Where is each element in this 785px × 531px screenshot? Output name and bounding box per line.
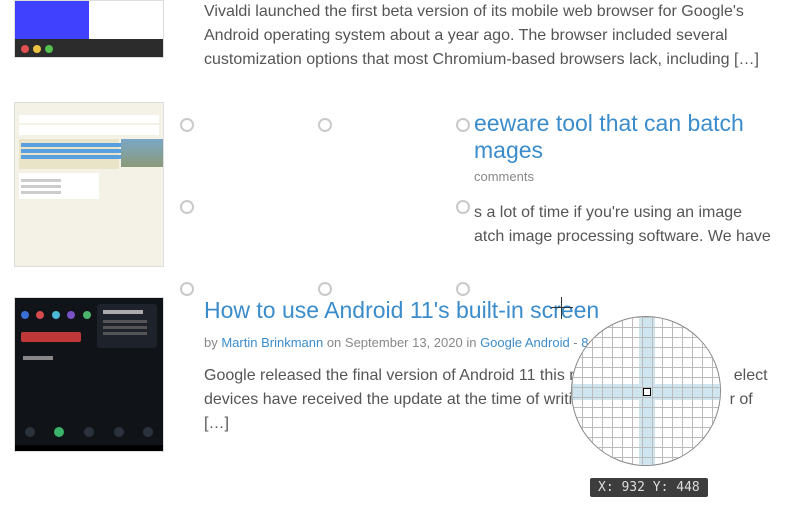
article-2-excerpt: s a lot of time if you're using an image xyxy=(474,201,742,225)
article-1-thumbnail[interactable] xyxy=(14,0,164,58)
magnifier-center-pixel xyxy=(643,388,651,396)
article-2-title-line2[interactable]: mages xyxy=(474,137,543,165)
magnifier-loupe[interactable] xyxy=(571,316,721,466)
article-1: Vivaldi launched the first beta version … xyxy=(0,0,785,102)
article-3-category-link[interactable]: Google Android xyxy=(480,335,570,350)
article-3-date: September 13, 2020 xyxy=(345,335,463,350)
article-2: eeware tool that can batch mages comment… xyxy=(0,102,785,297)
article-2-excerpt-l2: atch image processing software. We have xyxy=(474,225,771,249)
article-2-title[interactable]: eeware tool that can batch xyxy=(474,110,744,138)
article-2-thumbnail[interactable] xyxy=(14,102,164,267)
article-3-thumbnail[interactable] xyxy=(14,297,164,452)
coordinate-readout: X: 932 Y: 448 xyxy=(590,478,708,497)
article-3-author-link[interactable]: Martin Brinkmann xyxy=(221,335,323,350)
crosshair-icon xyxy=(551,297,573,319)
article-1-excerpt: Vivaldi launched the first beta version … xyxy=(204,0,771,72)
article-2-meta: comments xyxy=(474,169,534,184)
